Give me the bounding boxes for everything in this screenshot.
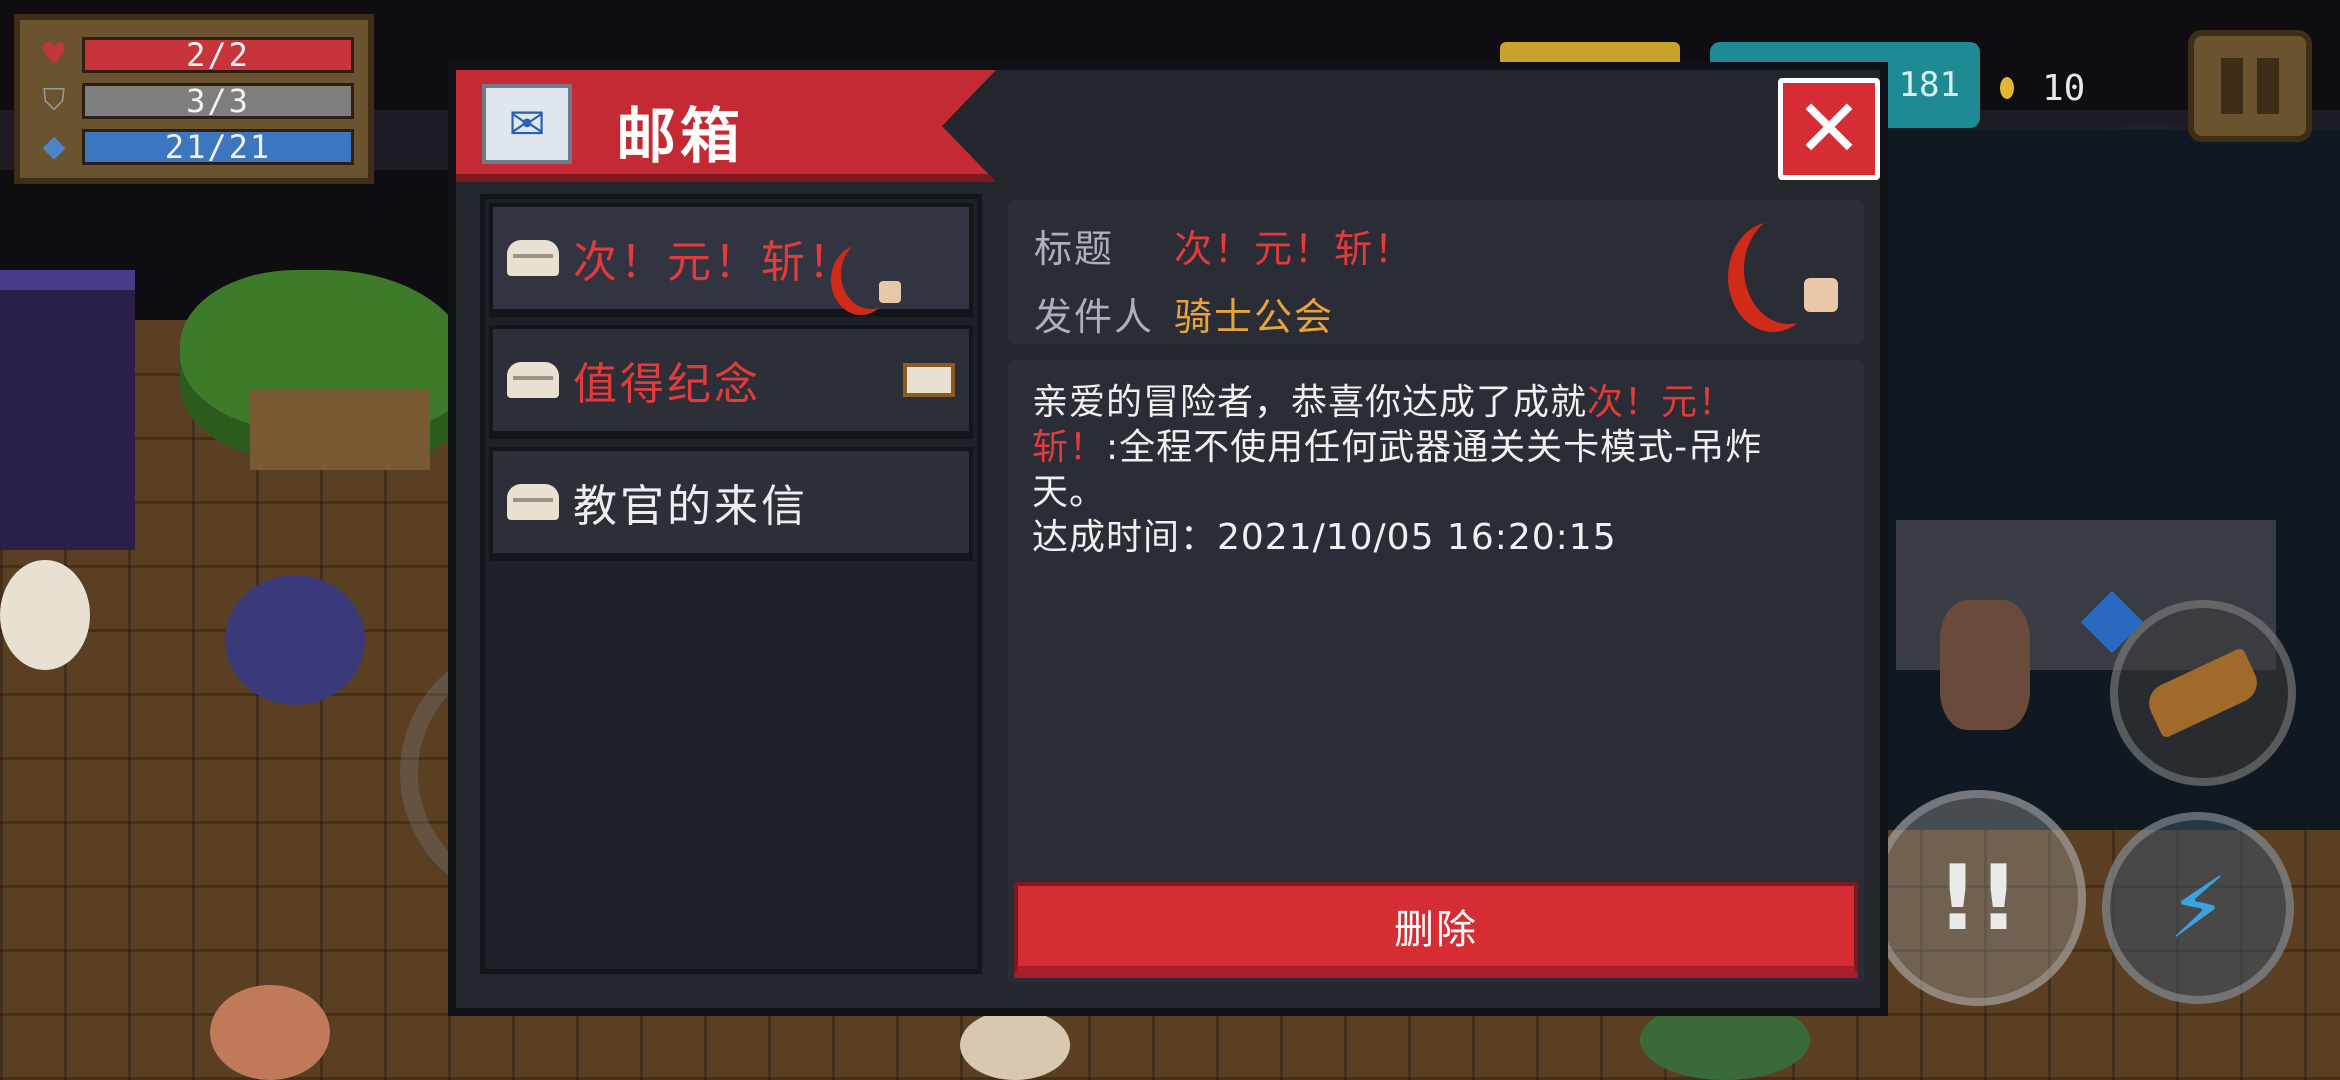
mail-item-label: 值得纪念	[573, 359, 761, 410]
crescent-blade-icon	[1738, 214, 1838, 330]
screen-icon	[903, 363, 955, 397]
mail-item-label: 教官的来信	[573, 481, 808, 532]
npc-character	[0, 560, 90, 670]
lightning-icon: ⚡	[2168, 859, 2228, 957]
player-character	[960, 1010, 1070, 1080]
title-value: 次！元！斩！	[1174, 227, 1415, 271]
mail-envelope-icon: ✉	[482, 84, 572, 164]
title-key: 标题	[1034, 227, 1115, 271]
npc-wizard	[225, 575, 365, 705]
exclamation-skill-icon: !!	[1936, 845, 2020, 951]
pause-button[interactable]	[2188, 30, 2312, 142]
energy-row: ◆ 21/21	[34, 124, 354, 170]
delete-label: 删除	[1394, 907, 1478, 953]
neon-shop	[0, 270, 135, 550]
coin-count: 10	[2042, 67, 2086, 109]
energy-bar: 21/21	[82, 128, 354, 166]
mail-list: 次！元！斩！ 值得纪念 教官的来信	[480, 194, 982, 974]
mail-detail-body: 亲爱的冒险者，恭喜你达成了成就次！元！斩！:全程不使用任何武器通关关卡模式-吊炸…	[1008, 360, 1864, 984]
shield-icon: ⛉	[42, 83, 66, 118]
mail-item-label: 次！元！斩！	[573, 237, 855, 288]
sender-value: 骑士公会	[1174, 295, 1335, 339]
npc-character	[210, 985, 330, 1080]
diamond-icon: ◆	[42, 129, 66, 164]
close-button[interactable]: ✕	[1778, 78, 1880, 180]
envelope-icon	[507, 362, 559, 398]
mail-body-text: 亲爱的冒险者，恭喜你达成了成就次！元！斩！:全程不使用任何武器通关关卡模式-吊炸…	[1032, 380, 1792, 560]
delete-button[interactable]: 删除	[1014, 882, 1858, 978]
coin-icon	[2000, 77, 2014, 99]
mailbox-header: ✉ 邮箱	[456, 70, 996, 182]
skill-button[interactable]: !!	[1870, 790, 2086, 1006]
pause-icon	[2221, 58, 2243, 114]
player-stats-panel: ♥ 2/2 ⛉ 3/3 ◆ 21/21	[14, 14, 374, 184]
gem-count: 181	[1898, 65, 1960, 105]
achievement-time: 达成时间：2021/10/05 16:20:15	[1032, 517, 1617, 558]
heart-icon: ♥	[40, 37, 68, 72]
mail-title-row: 标题 次！元！斩！	[1034, 218, 1414, 273]
weapon-slot[interactable]	[2110, 600, 2296, 786]
coin-counter: 10	[2000, 58, 2140, 118]
mail-detail-header: 标题 次！元！斩！ 发件人 骑士公会	[1008, 200, 1864, 344]
body-prefix: 亲爱的冒险者，恭喜你达成了成就	[1032, 382, 1588, 423]
armor-bar: 3/3	[82, 82, 354, 120]
armor-row: ⛉ 3/3	[34, 78, 354, 124]
mail-item-memorable[interactable]: 值得纪念	[489, 325, 973, 439]
pause-icon	[2257, 58, 2279, 114]
envelope-icon	[507, 240, 559, 276]
weapon-icon	[2142, 647, 2264, 739]
lightning-skill-button[interactable]: ⚡	[2102, 812, 2294, 1004]
mailbox-title: 邮箱	[616, 102, 744, 172]
mailbox-dialog: ✉ 邮箱 ✕ 次！元！斩！ 值得纪念 教官的来信 标题 次！元！斩！ 发件人 骑…	[448, 62, 1888, 1016]
tree-trunk	[250, 390, 430, 470]
hp-row: ♥ 2/2	[34, 32, 354, 78]
crescent-blade-icon	[841, 239, 901, 309]
mail-item-instructor-letter[interactable]: 教官的来信	[489, 447, 973, 561]
envelope-icon	[507, 484, 559, 520]
sender-key: 发件人	[1034, 295, 1155, 339]
hp-bar: 2/2	[82, 36, 354, 74]
body-suffix: :全程不使用任何武器通关关卡模式-吊炸天。	[1032, 427, 1763, 513]
mail-sender-row: 发件人 骑士公会	[1034, 286, 1334, 341]
npc-officer	[1940, 600, 2030, 730]
mail-item-dimension-slash[interactable]: 次！元！斩！	[489, 203, 973, 317]
close-icon: ✕	[1795, 82, 1863, 175]
